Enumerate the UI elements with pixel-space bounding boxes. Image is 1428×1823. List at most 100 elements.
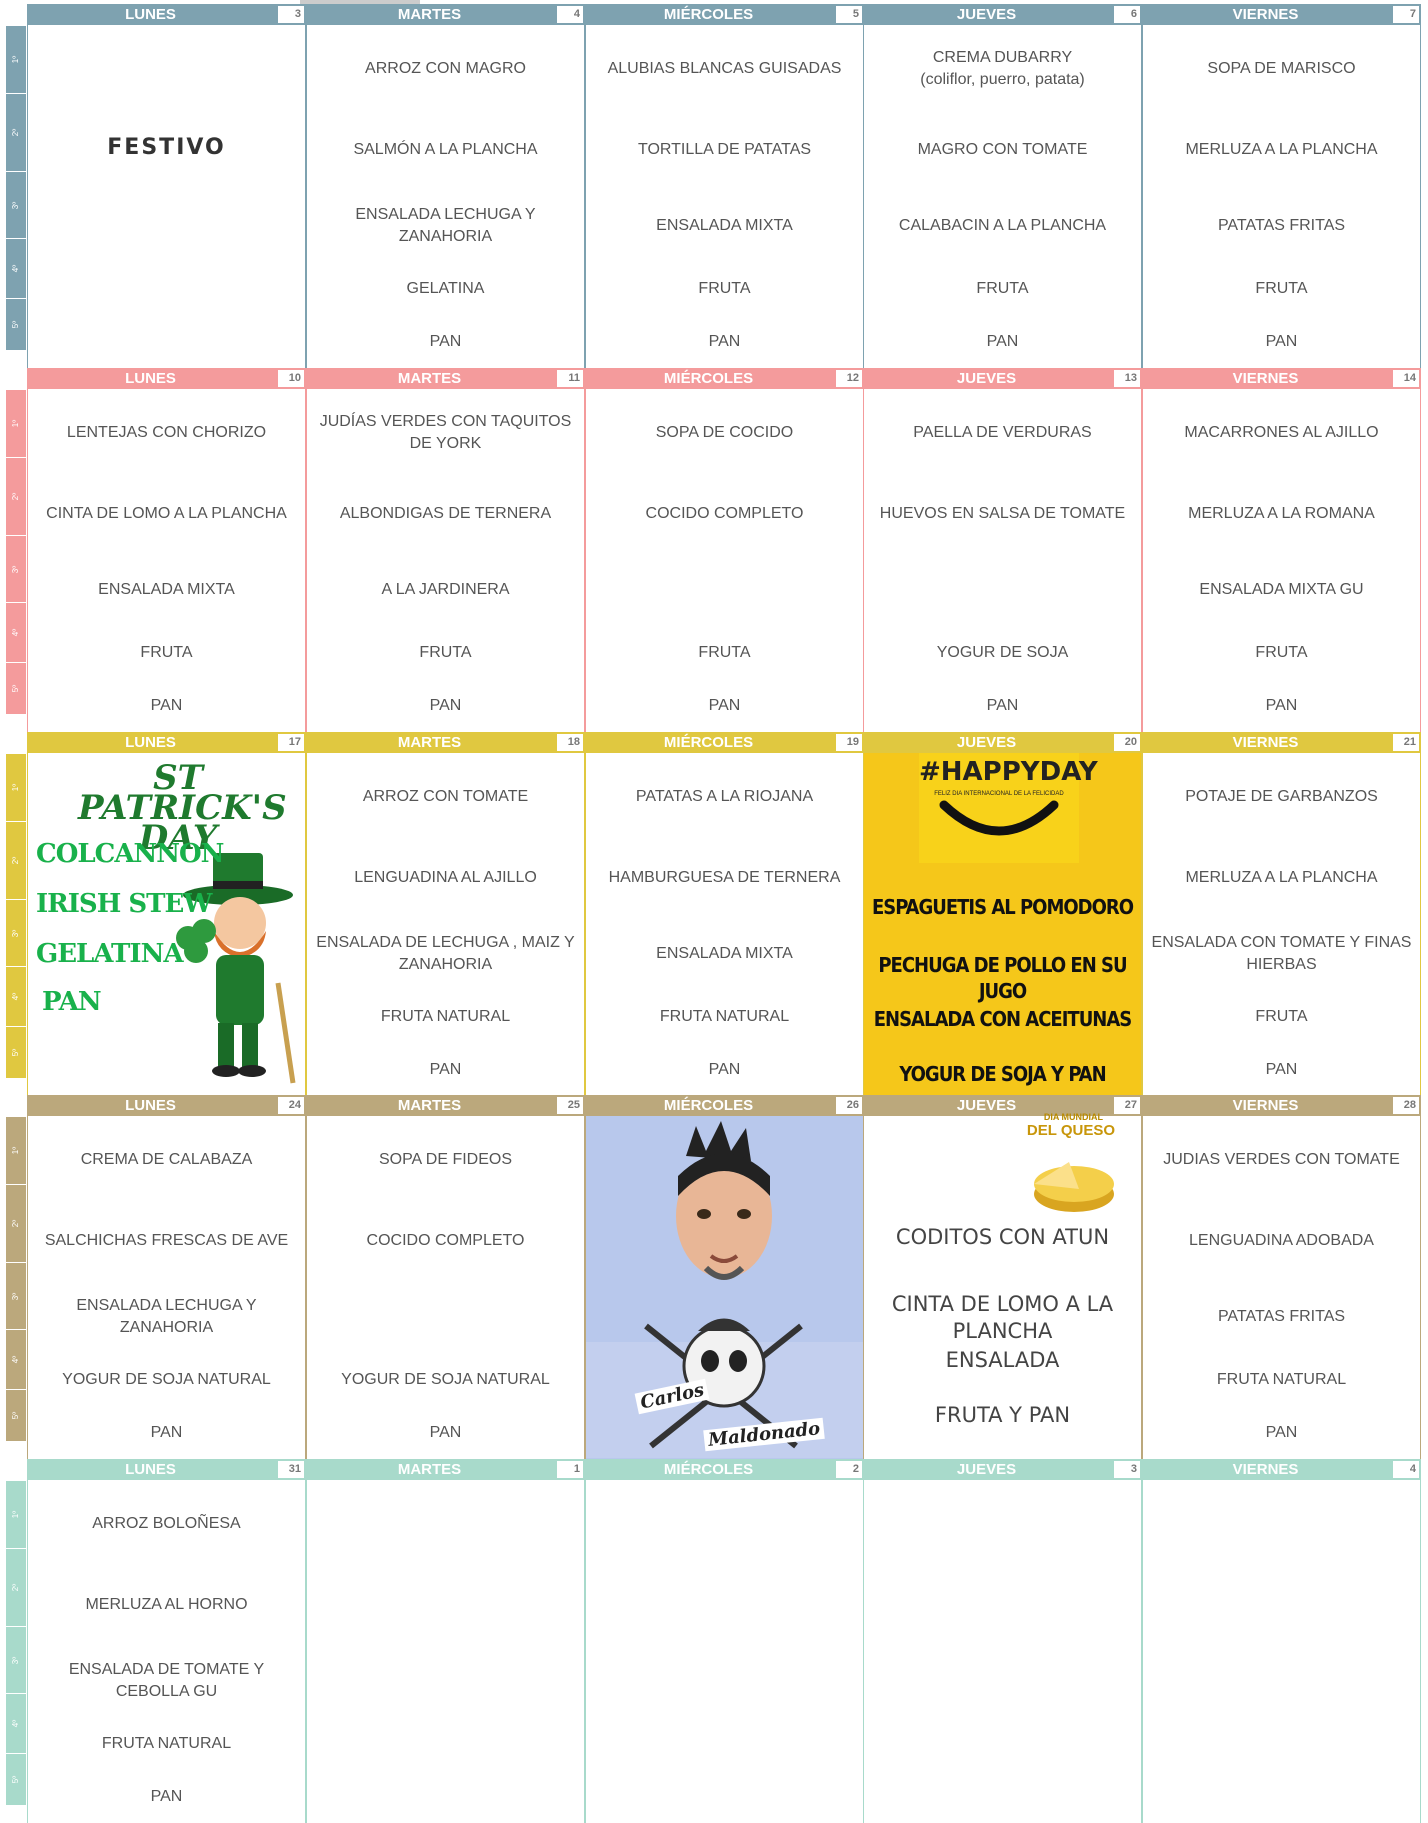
menu-item: PAN xyxy=(429,1061,462,1078)
day-name: MARTES xyxy=(397,370,462,387)
day-cell-jueves: JUEVES 3 xyxy=(863,1459,1142,1823)
day-body: LENTEJAS CON CHORIZO CINTA DE LOMO A LA P… xyxy=(27,389,306,732)
course-number: 5º xyxy=(6,299,26,351)
course-number-label: 3º xyxy=(11,1292,21,1300)
day-header: MIÉRCOLES 2 xyxy=(585,1459,864,1480)
day-cell-martes: MARTES 18 ARROZ CON TOMATE LENGUADINA AL AJ… xyxy=(306,732,585,1096)
day-number: 1 xyxy=(557,1461,583,1478)
course-number-label: 2º xyxy=(11,1583,21,1592)
menu-item xyxy=(868,1659,1137,1703)
menu-item: HAMBURGUESA DE TERNERA xyxy=(608,869,841,886)
day-number: 13 xyxy=(1114,370,1140,387)
course-number-label: 1º xyxy=(11,419,21,428)
course-number: 3º xyxy=(6,536,26,603)
day-number: 3 xyxy=(278,6,304,23)
day-name: MARTES xyxy=(397,734,462,751)
day-number: 26 xyxy=(836,1097,862,1114)
day-name: MIÉRCOLES xyxy=(663,1461,754,1478)
course-number: 5º xyxy=(6,1754,26,1806)
menu-item: FRUTA xyxy=(140,644,193,661)
day-cell-lunes: LUNES 10 LENTEJAS CON CHORIZO CINTA DE LOMO… xyxy=(27,368,306,732)
day-name: VIERNES xyxy=(1232,1461,1299,1478)
week-3: 1º 2º 3º 4º 5º LUNES 17 ST PATRICK'S DAY COLCAN… xyxy=(0,732,1428,1096)
course-number: 2º xyxy=(6,458,26,536)
happy-day-menu-item: YOGUR DE SOJA Y PAN xyxy=(899,1062,1106,1086)
menu-item: PAELLA DE VERDURAS xyxy=(913,424,1092,441)
day-cell-lunes: LUNES 31 ARROZ BOLOÑESA MERLUZA AL HORNO ENS… xyxy=(27,1459,306,1823)
course-number-label: 2º xyxy=(11,128,21,137)
day-header: LUNES 31 xyxy=(27,1459,306,1480)
day-header: MIÉRCOLES 26 xyxy=(585,1095,864,1116)
week-side-strip: 1º 2º 3º 4º 5º xyxy=(6,1116,26,1459)
day-header: MARTES 1 xyxy=(306,1459,585,1480)
menu-item: COCIDO COMPLETO xyxy=(366,1232,525,1249)
menu-item: YOGUR DE SOJA NATURAL xyxy=(341,1371,550,1388)
menu-item: ENSALADA LECHUGA Y ZANAHORIA xyxy=(76,1297,257,1336)
menu-item xyxy=(311,1583,580,1627)
menu-item: PAN xyxy=(986,697,1019,714)
day-body: Carlos Maldonado xyxy=(585,1116,864,1459)
day-header: LUNES 17 xyxy=(27,732,306,753)
day-cell-martes: MARTES 1 xyxy=(306,1459,585,1823)
course-number: 4º xyxy=(6,967,26,1027)
day-name: VIERNES xyxy=(1232,6,1299,23)
day-header: JUEVES 20 xyxy=(863,732,1142,753)
menu-item: ENSALADA MIXTA GU xyxy=(1199,581,1364,598)
menu-item: PAN xyxy=(708,333,741,350)
course-number-label: 5º xyxy=(11,1775,21,1784)
menu-item: MERLUZA A LA PLANCHA xyxy=(1185,869,1378,886)
st-patricks-menu-item: PAN xyxy=(42,987,102,1017)
course-number-label: 2º xyxy=(11,1219,21,1228)
menu-item: SALCHICHAS FRESCAS DE AVE xyxy=(44,1232,289,1249)
menu-item xyxy=(1147,1583,1416,1627)
menu-item: CINTA DE LOMO A LA PLANCHA xyxy=(46,505,287,522)
menu-item xyxy=(311,1775,580,1819)
week-side-strip: 1º 2º 3º 4º 5º xyxy=(6,389,26,732)
course-number: 2º xyxy=(6,1549,26,1627)
menu-item: CREMA DE CALABAZA xyxy=(80,1151,253,1168)
day-number: 4 xyxy=(1393,1461,1419,1478)
menu-item: FRUTA NATURAL xyxy=(1216,1371,1347,1388)
menu-item: ENSALADA LECHUGA Y ZANAHORIA xyxy=(355,206,536,245)
day-body: ARROZ BOLOÑESA MERLUZA AL HORNO ENSALADA D… xyxy=(27,1480,306,1823)
day-number: 14 xyxy=(1393,370,1419,387)
carlos-maldonado-image: Carlos Maldonado xyxy=(586,1116,863,1459)
menu-item: JUDÍAS VERDES CON TAQUITOS DE YORK xyxy=(319,413,572,452)
course-number-label: 3º xyxy=(11,565,21,573)
day-header: MARTES 4 xyxy=(306,4,585,25)
day-name: JUEVES xyxy=(956,6,1017,23)
course-number: 3º xyxy=(6,1627,26,1694)
day-header: JUEVES 3 xyxy=(863,1459,1142,1480)
festivo-label: FESTIVO xyxy=(107,135,226,160)
day-name: VIERNES xyxy=(1232,1097,1299,1114)
course-number: 2º xyxy=(6,94,26,172)
day-header: VIERNES 14 xyxy=(1142,368,1421,389)
menu-item: COCIDO COMPLETO xyxy=(645,505,804,522)
day-cell-lunes: LUNES 3 FESTIVO xyxy=(27,4,306,368)
menu-item: YOGUR DE SOJA NATURAL xyxy=(62,1371,271,1388)
day-number: 6 xyxy=(1114,6,1140,23)
course-number: 5º xyxy=(6,663,26,715)
menu-item: FRUTA xyxy=(1255,280,1308,297)
day-cell-martes: MARTES 11 JUDÍAS VERDES CON TAQUITOS DE YO… xyxy=(306,368,585,732)
st-patricks-menu-item: GELATINA xyxy=(36,939,184,969)
day-name: MIÉRCOLES xyxy=(663,1097,754,1114)
day-cell-viernes: VIERNES 28 JUDIAS VERDES CON TOMATE LENGUAD… xyxy=(1142,1095,1421,1459)
menu-item: CALABACIN A LA PLANCHA xyxy=(898,217,1107,234)
course-number: 3º xyxy=(6,1263,26,1330)
menu-item: HUEVOS EN SALSA DE TOMATE xyxy=(879,505,1126,522)
day-cell-miércoles: MIÉRCOLES 19 PATATAS A LA RIOJANA HAMBURGUE… xyxy=(585,732,864,1096)
happy-day-logo: #HAPPYDAY FELIZ DIA INTERNACIONAL DE LA F… xyxy=(919,753,1098,863)
day-number: 19 xyxy=(836,734,862,751)
cheese-day-badge-line2: DEL QUESO xyxy=(1026,1122,1115,1139)
menu-item: LENGUADINA AL AJILLO xyxy=(354,869,537,886)
day-header: LUNES 3 xyxy=(27,4,306,25)
happy-day-menu-item: ENSALADA CON ACEITUNAS xyxy=(873,1007,1133,1031)
menu-item: ENSALADA DE TOMATE Y CEBOLLA GU xyxy=(68,1661,265,1700)
course-number: 1º xyxy=(6,390,26,458)
menu-item: FRUTA xyxy=(698,280,751,297)
menu-item: MACARRONES AL AJILLO xyxy=(1184,424,1379,441)
menu-item xyxy=(868,1502,1137,1546)
menu-item: FRUTA NATURAL xyxy=(380,1008,511,1025)
day-name: JUEVES xyxy=(956,370,1017,387)
